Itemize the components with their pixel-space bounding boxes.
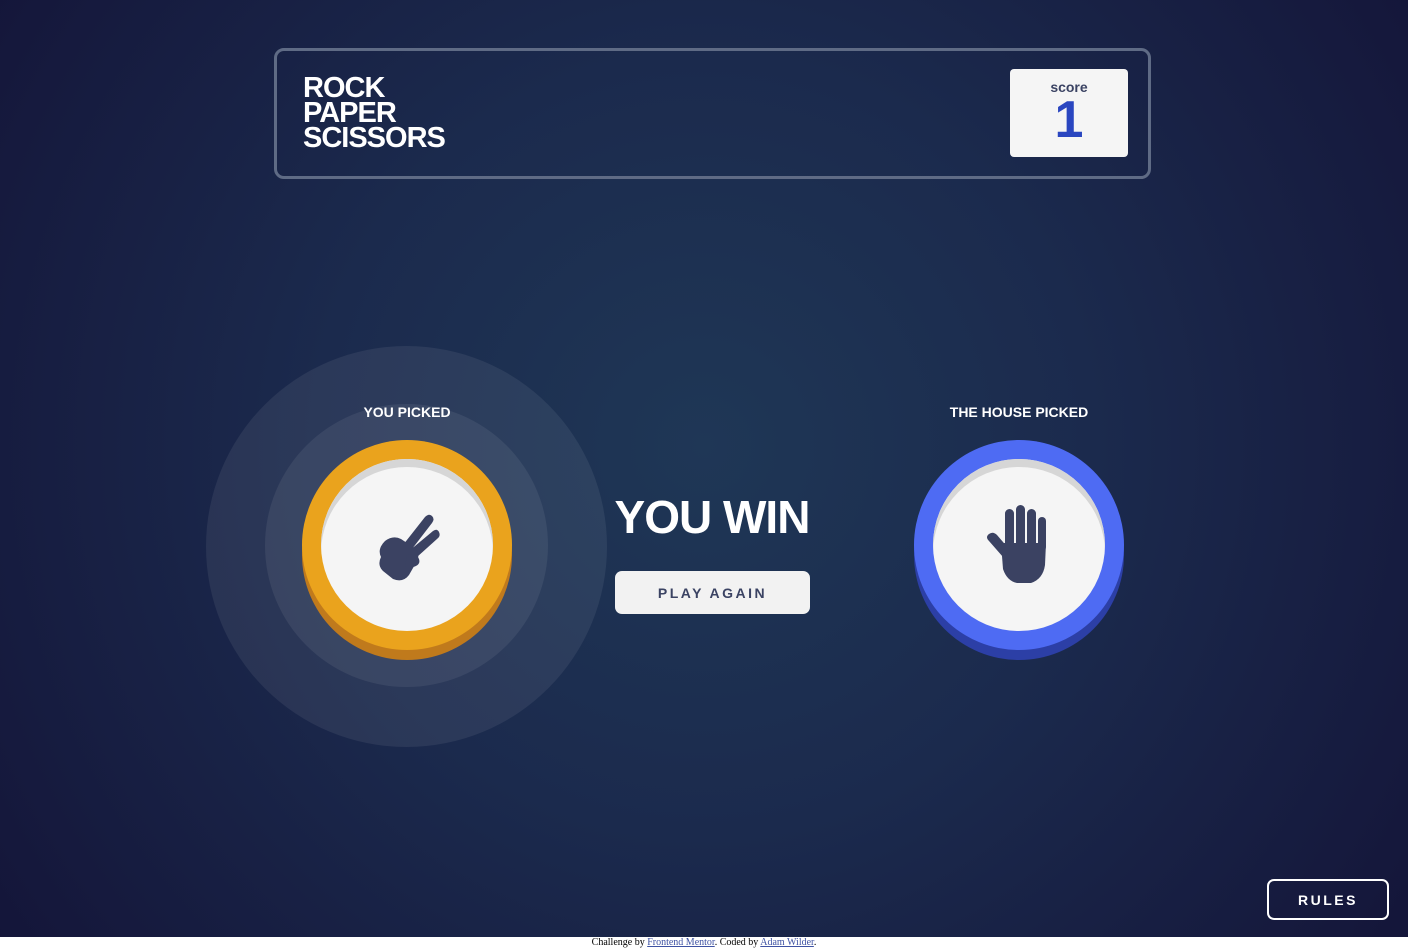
game-title: ROCK PAPER SCISSORS: [303, 74, 446, 154]
scissors-hand-icon: [379, 514, 440, 581]
result-text: YOU WIN: [614, 491, 811, 543]
title-line-scissors: SCISSORS: [303, 122, 446, 154]
player-choice-token: [302, 440, 512, 660]
attribution-middle: . Coded by: [714, 937, 761, 948]
attribution-footer: Challenge by Frontend Mentor. Coded by A…: [0, 937, 1408, 948]
score-box: score 1: [1010, 69, 1128, 157]
token-inner: [933, 459, 1105, 631]
house-choice-token: [914, 440, 1124, 660]
token-inner: [321, 459, 493, 631]
rules-button[interactable]: RULES: [1267, 879, 1389, 920]
author-link[interactable]: Adam Wilder: [760, 937, 814, 948]
frontend-mentor-link[interactable]: Frontend Mentor: [647, 937, 715, 948]
header-bar: ROCK PAPER SCISSORS score 1: [274, 48, 1151, 179]
you-picked-label: YOU PICKED: [363, 404, 451, 420]
attribution-suffix: .: [813, 937, 817, 948]
attribution-prefix: Challenge by: [591, 937, 648, 948]
play-again-button[interactable]: PLAY AGAIN: [615, 571, 810, 614]
score-value: 1: [1054, 91, 1084, 149]
house-picked-label: THE HOUSE PICKED: [949, 404, 1089, 420]
paper-hand-icon: [987, 505, 1046, 583]
